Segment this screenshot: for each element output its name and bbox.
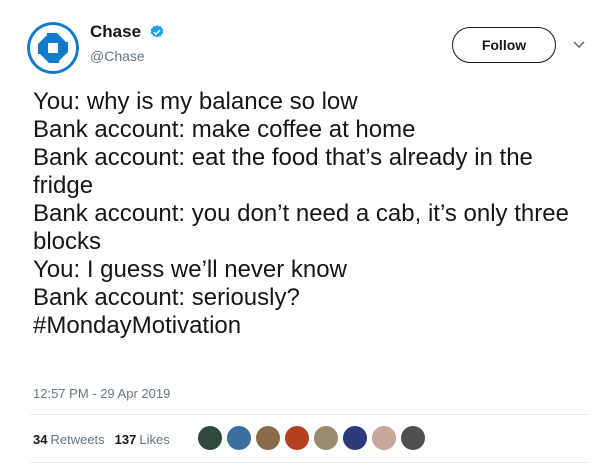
- hashtag-link[interactable]: #MondayMotivation: [33, 312, 578, 340]
- follow-button[interactable]: Follow: [452, 27, 556, 63]
- timestamp[interactable]: 12:57 PM - 29 Apr 2019: [33, 386, 170, 401]
- engagement-stats: 34 Retweets 137 Likes: [33, 432, 180, 447]
- tweet-text: You: why is my balance so low Bank accou…: [33, 88, 578, 340]
- liker-avatar[interactable]: [197, 425, 223, 451]
- liker-avatar[interactable]: [313, 425, 339, 451]
- likes-count: 137: [114, 432, 137, 447]
- divider: [30, 462, 588, 463]
- tweet-line: Bank account: eat the food that’s alread…: [33, 144, 533, 199]
- tweet-line: You: why is my balance so low: [33, 88, 358, 115]
- divider: [30, 414, 588, 415]
- retweets-stat[interactable]: 34 Retweets: [33, 432, 105, 447]
- liker-avatar[interactable]: [342, 425, 368, 451]
- liker-avatar[interactable]: [371, 425, 397, 451]
- tweet-line: Bank account: you don’t need a cab, it’s…: [33, 200, 569, 255]
- liker-avatars: [197, 425, 429, 451]
- liker-avatar[interactable]: [255, 425, 281, 451]
- author-handle[interactable]: @Chase: [90, 48, 165, 64]
- retweets-label: Retweets: [50, 432, 105, 447]
- liker-avatar[interactable]: [400, 425, 426, 451]
- tweet-line: You: I guess we’ll never know: [33, 256, 347, 283]
- avatar[interactable]: [27, 22, 79, 74]
- verified-badge-icon: [151, 25, 164, 38]
- likes-label: Likes: [139, 432, 170, 447]
- follow-button-label: Follow: [481, 37, 527, 53]
- likes-stat[interactable]: 137 Likes: [115, 432, 170, 447]
- tweet-line: Bank account: make coffee at home: [33, 116, 416, 143]
- author-name[interactable]: Chase: [90, 22, 141, 42]
- tweet-line: Bank account: seriously?: [33, 284, 300, 311]
- author-header: Chase @Chase: [90, 22, 165, 64]
- liker-avatar[interactable]: [284, 425, 310, 451]
- retweets-count: 34: [33, 432, 48, 447]
- liker-avatar[interactable]: [226, 425, 252, 451]
- chase-logo-icon: [27, 22, 79, 74]
- chevron-down-icon[interactable]: [572, 38, 586, 52]
